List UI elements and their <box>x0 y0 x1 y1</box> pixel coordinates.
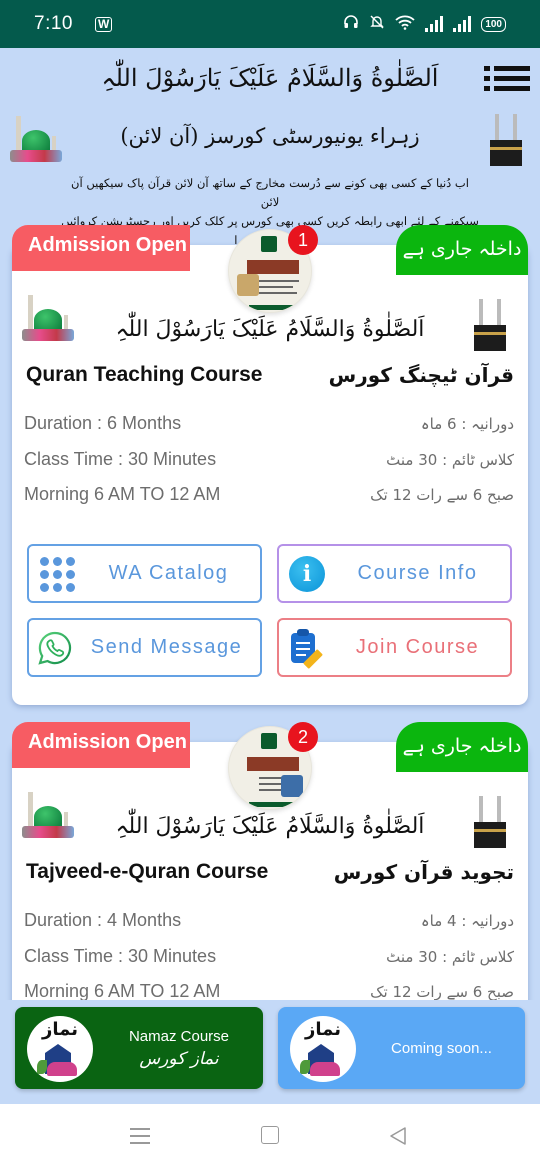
admission-open-urdu-badge: داخلہ جاری ہے <box>396 722 528 772</box>
status-time: 7:10 <box>34 13 73 34</box>
info-icon: i <box>289 555 325 592</box>
timing-row: Morning 6 AM TO 12 AM صبح 6 سے رات 12 تک <box>24 484 514 505</box>
grid-dots-icon <box>39 555 77 593</box>
course-info-label: Course Info <box>357 562 478 584</box>
battery-indicator: 100 <box>481 16 506 32</box>
timing-en: Morning 6 AM TO 12 AM <box>24 484 221 504</box>
card-salawat: اَلصَّلٰوةُ وَالسَّلَامُ عَلَیْکَ یَارَس… <box>115 814 425 839</box>
course-title-ur: تجوید قرآن کورس <box>333 860 514 884</box>
timing-ur: صبح 6 سے رات 12 تک <box>370 485 514 504</box>
send-message-label: Send Message <box>90 636 243 658</box>
status-icons: 100 <box>343 14 506 34</box>
coming-soon-label: Coming soon... <box>391 1039 492 1057</box>
namaz-logo-icon: نماز <box>290 1016 356 1082</box>
namaz-course-title-ur: نماز کورس <box>139 1048 219 1069</box>
namaz-course-title-en: Namaz Course <box>128 1027 230 1045</box>
signal-icon <box>425 16 444 32</box>
class-time-en: Class Time : 30 Minutes <box>24 449 217 469</box>
app-notification-icon: W <box>94 16 113 32</box>
coming-soon-card[interactable]: نماز Coming soon... <box>278 1007 525 1089</box>
coming-soon-text: Coming soon... <box>358 1040 525 1057</box>
course-title-row: Quran Teaching Course قرآن ٹیچنگ کورس <box>26 363 514 387</box>
send-message-button[interactable]: Send Message <box>27 618 262 677</box>
course-title-en: Quran Teaching Course <box>26 363 263 386</box>
wifi-icon <box>395 14 415 34</box>
join-course-label: Join Course <box>355 636 480 658</box>
course-info-button[interactable]: i Course Info <box>277 544 512 603</box>
app-header: اَلصَّلٰوةُ وَالسَّلَامُ عَلَیْکَ یَارَس… <box>0 48 540 247</box>
recents-button[interactable] <box>130 1126 150 1144</box>
system-nav-bar <box>0 1104 540 1170</box>
header-salawat: اَلصَّلٰوةُ وَالسَّلَامُ عَلَیْکَ یَارَس… <box>101 64 439 92</box>
join-course-button[interactable]: Join Course <box>277 618 512 677</box>
namaz-course-card[interactable]: نماز Namaz Course نماز کورس <box>15 1007 263 1089</box>
duration-en: Duration : 6 Months <box>24 413 182 433</box>
duration-row: Duration : 6 Months دورانیہ : 6 ماہ <box>24 413 514 434</box>
class-time-ur: کلاس ٹائم : 30 منٹ <box>386 450 514 469</box>
duration-ur: دورانیہ : 6 ماہ <box>420 414 514 433</box>
menu-button[interactable] <box>484 64 530 94</box>
duration-en: Duration : 4 Months <box>24 910 182 930</box>
course-title-row: Tajveed-e-Quran Course تجوید قرآن کورس <box>26 860 514 884</box>
class-time-row: Class Time : 30 Minutes کلاس ٹائم : 30 م… <box>24 946 514 967</box>
back-button[interactable] <box>388 1126 408 1146</box>
admission-open-badge: Admission Open <box>12 722 190 768</box>
wa-catalog-button[interactable]: WA Catalog <box>27 544 262 603</box>
duration-ur: دورانیہ : 4 ماہ <box>420 911 514 930</box>
status-bar: 7:10 W 100 <box>0 0 540 48</box>
course-title-en: Tajveed-e-Quran Course <box>26 860 269 883</box>
bell-muted-icon <box>369 14 385 34</box>
admission-open-badge: Admission Open <box>12 225 190 271</box>
bottom-course-strip: نماز Namaz Course نماز کورس نماز Coming … <box>0 1000 540 1104</box>
card-salawat: اَلصَّلٰوةُ وَالسَّلَامُ عَلَیْکَ یَارَس… <box>115 317 425 342</box>
timing-row: Morning 6 AM TO 12 AM صبح 6 سے رات 12 تک <box>24 981 514 1002</box>
timing-ur: صبح 6 سے رات 12 تک <box>370 982 514 1001</box>
back-triangle-icon <box>388 1127 408 1150</box>
university-title: زہراء یونیورسٹی کورسز (آن لائن) <box>120 124 420 148</box>
intro-line: اب دُنیا کے کسی بھی کونے سے دُرست مخارج … <box>71 176 469 209</box>
home-button[interactable] <box>261 1126 279 1144</box>
course-card-quran-teaching: Admission Open داخلہ جاری ہے 1 اَلصَّلٰو… <box>12 225 528 710</box>
course-card-tajveed: Admission Open داخلہ جاری ہے 2 اَلصَّلٰو… <box>12 722 528 1042</box>
namaz-logo-icon: نماز <box>27 1016 93 1082</box>
whatsapp-icon <box>37 630 73 666</box>
course-number-badge: 2 <box>288 722 318 752</box>
timing-en: Morning 6 AM TO 12 AM <box>24 981 221 1001</box>
admission-open-urdu-badge: داخلہ جاری ہے <box>396 225 528 275</box>
course-number-badge: 1 <box>288 225 318 255</box>
class-time-row: Class Time : 30 Minutes کلاس ٹائم : 30 م… <box>24 449 514 470</box>
course-card-body: اَلصَّلٰوةُ وَالسَّلَامُ عَلَیْکَ یَارَس… <box>12 245 528 705</box>
duration-row: Duration : 4 Months دورانیہ : 4 ماہ <box>24 910 514 931</box>
wa-catalog-label: WA Catalog <box>108 562 229 584</box>
class-time-ur: کلاس ٹائم : 30 منٹ <box>386 947 514 966</box>
class-time-en: Class Time : 30 Minutes <box>24 946 217 966</box>
signal-icon <box>453 16 472 32</box>
namaz-course-text: Namaz Course نماز کورس <box>95 1028 263 1069</box>
headphones-icon <box>343 14 359 34</box>
clipboard-edit-icon <box>289 628 325 669</box>
course-title-ur: قرآن ٹیچنگ کورس <box>328 363 514 387</box>
